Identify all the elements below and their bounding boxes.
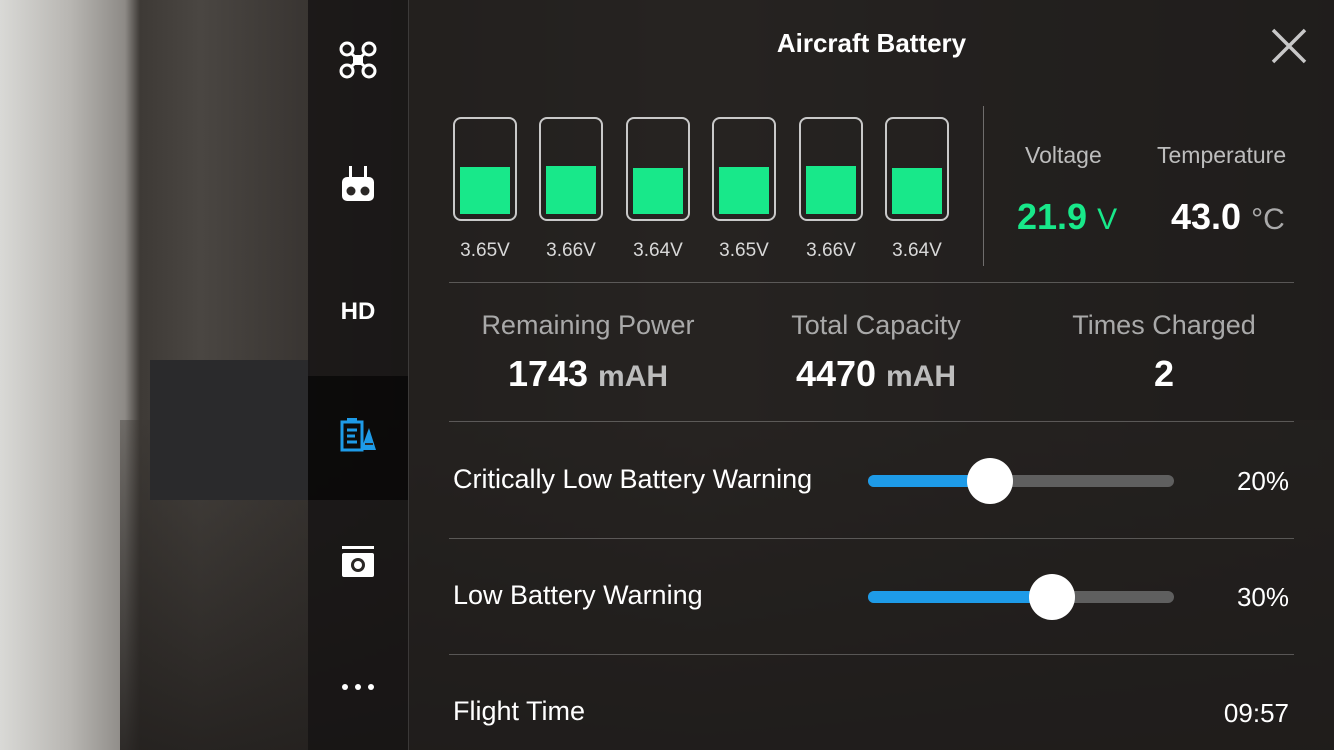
battery-cell-1 — [453, 117, 517, 221]
stats-divider — [983, 106, 984, 266]
slider-fill — [868, 591, 1052, 603]
battery-cell-3 — [626, 117, 690, 221]
cell-voltage-label: 3.64V — [633, 240, 683, 261]
battery-settings-icon — [339, 417, 377, 459]
close-icon — [1269, 28, 1309, 70]
battery-cell-4 — [712, 117, 776, 221]
total-capacity-unit: mAH — [886, 360, 957, 393]
page-title: Aircraft Battery — [776, 28, 967, 58]
total-capacity-label: Total Capacity — [791, 310, 961, 340]
cell-level-fill — [892, 168, 942, 214]
voltage-value: 21.9 — [1017, 196, 1088, 237]
flight-time-value: 09:57 — [1223, 698, 1289, 728]
critical-warning-value: 20% — [1236, 466, 1289, 496]
drone-icon — [338, 40, 378, 85]
nav-item-battery[interactable] — [308, 376, 408, 500]
voltage-unit: V — [1097, 203, 1118, 236]
cell-level-fill — [546, 166, 596, 214]
cell-voltage-label: 3.66V — [546, 240, 596, 261]
temperature-value-group: 43.0 °C — [1171, 196, 1285, 238]
battery-cell-6 — [885, 117, 949, 221]
nav-item-more[interactable] — [308, 626, 408, 750]
low-warning-label: Low Battery Warning — [453, 580, 703, 610]
cell-level-fill — [633, 168, 683, 214]
voltage-label: Voltage — [1025, 142, 1102, 168]
camera-icon — [340, 544, 376, 585]
voltage-value-group: 21.9 V — [1017, 196, 1117, 238]
nav-item-remote-controller[interactable] — [308, 124, 408, 248]
cell-voltage-label: 3.65V — [719, 240, 769, 261]
low-warning-value: 30% — [1236, 582, 1289, 612]
temperature-value: 43.0 — [1171, 196, 1242, 237]
total-capacity-value: 4470 — [795, 353, 877, 394]
temperature-unit: °C — [1251, 203, 1285, 236]
flight-time-label: Flight Time — [453, 696, 586, 726]
slider-thumb[interactable] — [967, 458, 1014, 504]
remaining-power-value: 1743 — [507, 353, 589, 394]
cell-voltage-label: 3.66V — [806, 240, 856, 261]
cell-level-fill — [806, 166, 856, 214]
hd-label: HD — [340, 298, 376, 325]
nav-item-aircraft[interactable] — [308, 0, 408, 124]
divider — [449, 282, 1294, 283]
remote-controller-icon — [340, 164, 376, 209]
slider-thumb[interactable] — [1028, 574, 1075, 620]
critical-warning-label: Critically Low Battery Warning — [453, 464, 813, 494]
times-charged-value: 2 — [1153, 353, 1175, 394]
cell-voltage-label: 3.65V — [460, 240, 510, 261]
low-warning-slider[interactable] — [868, 574, 1174, 620]
settings-sidebar: HD — [308, 0, 409, 750]
critical-warning-slider[interactable] — [868, 458, 1174, 504]
divider — [449, 538, 1294, 539]
remaining-power-unit: mAH — [598, 360, 669, 393]
remaining-power-value-group: 1743 mAH — [468, 353, 708, 395]
remaining-power-label: Remaining Power — [481, 310, 695, 340]
close-button[interactable] — [1269, 26, 1309, 66]
battery-cell-5 — [799, 117, 863, 221]
total-capacity-value-group: 4470 mAH — [756, 353, 996, 395]
battery-panel: Aircraft Battery 3.65V 3.66V 3.64V 3.65V… — [409, 0, 1334, 750]
cell-voltage-label: 3.64V — [892, 240, 942, 261]
more-dots-icon — [340, 679, 376, 697]
times-charged-label: Times Charged — [1072, 310, 1256, 340]
battery-cell-2 — [539, 117, 603, 221]
camera-banner — [150, 360, 310, 500]
divider — [449, 421, 1294, 422]
cell-level-fill — [460, 167, 510, 214]
nav-item-hd-transmission[interactable]: HD — [308, 250, 408, 374]
cell-level-fill — [719, 167, 769, 214]
temperature-label: Temperature — [1157, 142, 1287, 168]
divider — [449, 654, 1294, 655]
nav-item-camera[interactable] — [308, 502, 408, 626]
